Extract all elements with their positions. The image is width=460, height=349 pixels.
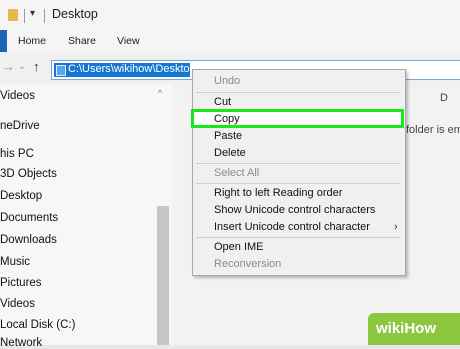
nav-item-videos-2[interactable]: Videos (0, 298, 35, 310)
title-bar: ▾ Desktop (0, 0, 460, 30)
scrollbar-thumb[interactable] (157, 206, 169, 345)
file-tab[interactable] (0, 30, 7, 52)
title-separator-2 (44, 9, 45, 23)
tab-share[interactable]: Share (68, 35, 96, 47)
desktop-icon (56, 65, 66, 76)
nav-item-documents[interactable]: Documents (0, 212, 58, 224)
menu-item-undo[interactable]: Undo (214, 75, 240, 87)
recent-dropdown-icon[interactable]: ⌄ (18, 61, 26, 72)
menu-item-cut[interactable]: Cut (214, 96, 231, 108)
menu-item-select-all[interactable]: Select All (214, 167, 259, 179)
nav-item-downloads[interactable]: Downloads (0, 234, 57, 246)
quick-access-dropdown-icon[interactable]: ▾ (30, 8, 35, 19)
nav-item-music[interactable]: Music (0, 256, 30, 268)
menu-item-copy[interactable]: Copy (214, 113, 240, 125)
nav-item-network[interactable]: Network (0, 337, 42, 349)
menu-separator (196, 163, 400, 164)
nav-item-local-disk[interactable]: Local Disk (C:) (0, 319, 75, 331)
nav-item-videos[interactable]: Videos (0, 90, 35, 102)
empty-folder-message: folder is em (406, 124, 460, 136)
menu-item-reconversion[interactable]: Reconversion (214, 258, 281, 270)
menu-item-rtl-reading-order[interactable]: Right to left Reading order (214, 187, 342, 199)
forward-arrow-icon[interactable]: → (2, 59, 15, 74)
nav-item-pictures[interactable]: Pictures (0, 277, 42, 289)
watermark-text: wikiHow (376, 320, 437, 337)
menu-separator (196, 92, 400, 93)
tab-view[interactable]: View (117, 35, 140, 47)
column-header[interactable]: D (440, 92, 448, 104)
window-title: Desktop (52, 7, 98, 21)
submenu-arrow-icon: › (394, 221, 398, 233)
address-path[interactable]: C:\Users\wikihow\Desktop (68, 63, 196, 75)
nav-item-3d-objects[interactable]: 3D Objects (0, 168, 57, 180)
folder-icon (8, 9, 18, 21)
title-separator (24, 9, 25, 23)
menu-item-open-ime[interactable]: Open IME (214, 241, 264, 253)
menu-item-paste[interactable]: Paste (214, 130, 242, 142)
menu-item-show-unicode[interactable]: Show Unicode control characters (214, 204, 375, 216)
menu-separator (196, 183, 400, 184)
nav-item-desktop[interactable]: Desktop (0, 190, 42, 202)
tab-home[interactable]: Home (18, 35, 46, 47)
menu-item-insert-unicode[interactable]: Insert Unicode control character (214, 221, 370, 233)
scroll-up-icon[interactable]: ^ (158, 88, 162, 98)
menu-item-delete[interactable]: Delete (214, 147, 246, 159)
ribbon-tabs: Home Share View (0, 30, 460, 53)
nav-item-onedrive[interactable]: neDrive (0, 120, 40, 132)
nav-item-this-pc[interactable]: his PC (0, 148, 34, 160)
up-arrow-icon[interactable]: ↑ (33, 59, 40, 74)
menu-separator (196, 237, 400, 238)
